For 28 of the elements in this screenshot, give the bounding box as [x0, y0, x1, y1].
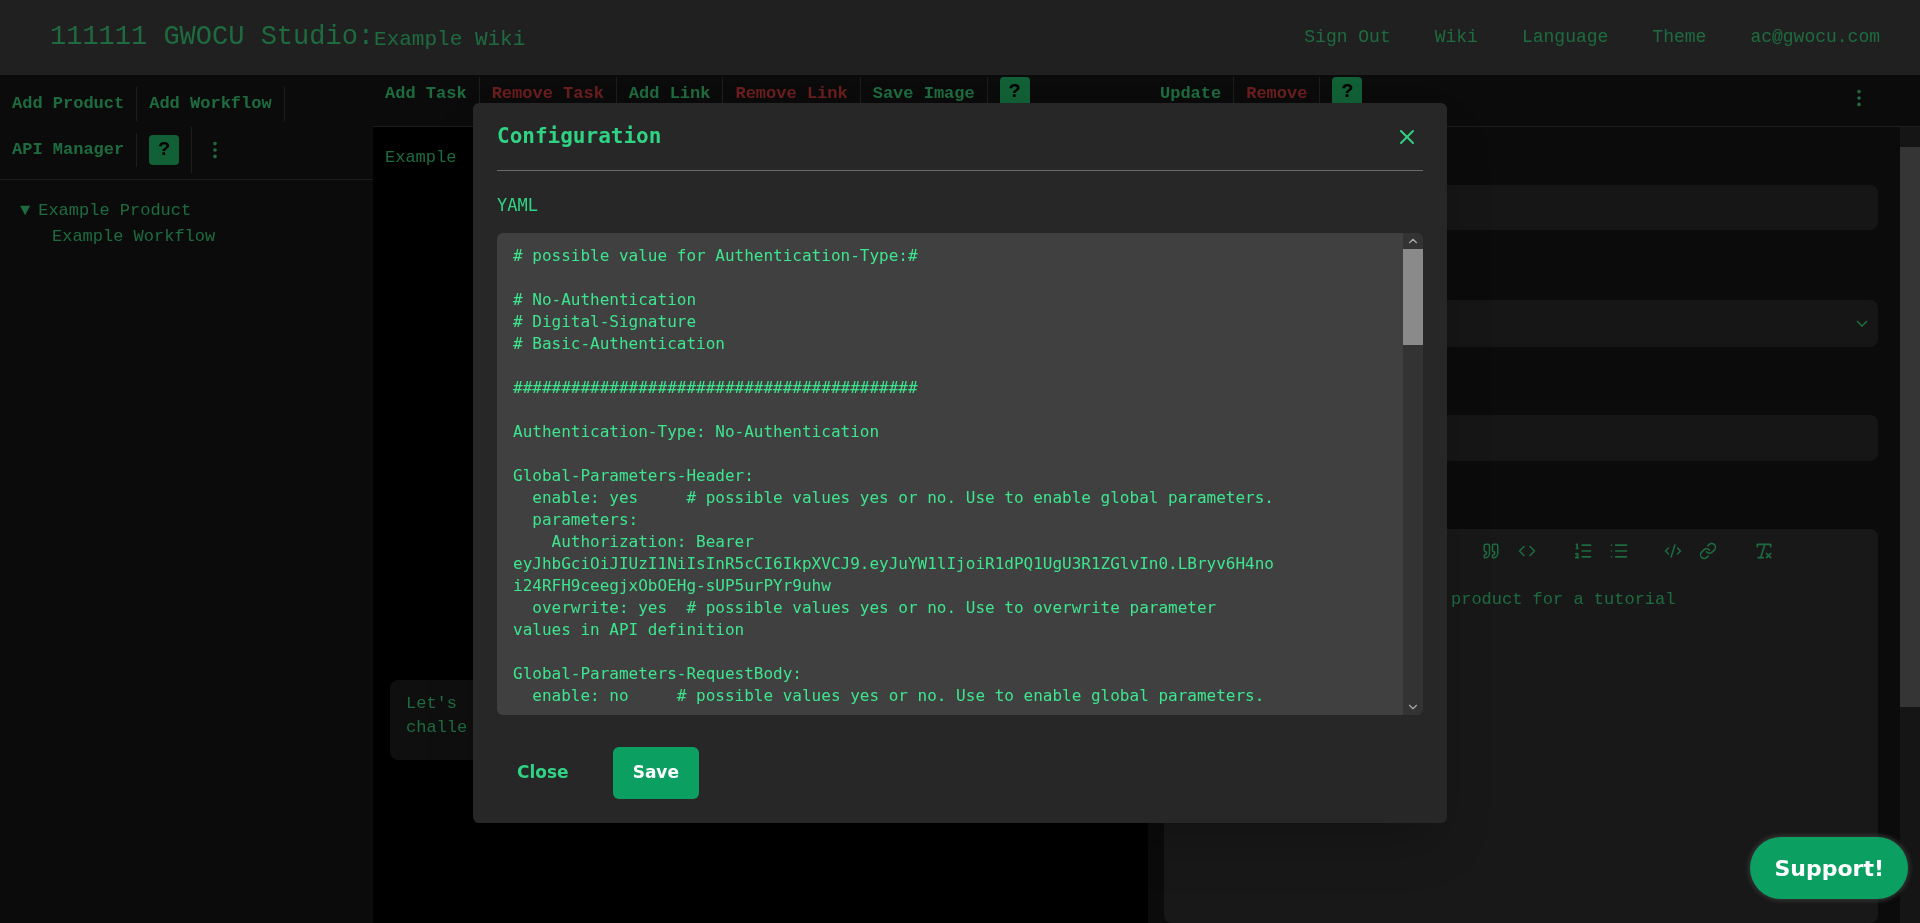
- toolbar-button[interactable]: Add Product: [0, 87, 138, 121]
- tree-item[interactable]: Example Workflow: [52, 223, 216, 249]
- scrollbar[interactable]: [1403, 232, 1423, 715]
- nav-link[interactable]: Wiki: [1434, 24, 1478, 51]
- toolbar-button[interactable]: Add Workflow: [137, 87, 285, 121]
- quote-icon[interactable]: [1482, 541, 1500, 560]
- nav-link[interactable]: ac@gwocu.com: [1750, 24, 1880, 51]
- nav-link[interactable]: Sign Out: [1304, 24, 1391, 51]
- nav-link[interactable]: Theme: [1652, 24, 1707, 51]
- dialog-title: Configuration: [497, 122, 662, 150]
- wiki-name: Example Wiki: [374, 26, 526, 53]
- tree-toggle[interactable]: ▼: [20, 198, 31, 224]
- app-title: 111111 GWOCU Studio:: [50, 21, 375, 55]
- save-button[interactable]: Save: [612, 746, 699, 799]
- field-label: YAML: [497, 194, 539, 217]
- chevron-icon: [1856, 319, 1868, 327]
- nav-link[interactable]: Language: [1521, 24, 1609, 51]
- scrollbar-thumb[interactable]: [1900, 147, 1920, 707]
- support-button[interactable]: Support!: [1750, 837, 1908, 899]
- code-icon[interactable]: [1664, 541, 1682, 560]
- canvas-heading: Example: [385, 148, 457, 167]
- code-field[interactable]: # possible value for Authentication-Type:# # No-Authentication # Digital-Signature # Basic-Authentication ########################################## Authentication-Type: No-Authentication Global-Parameters-Header: enable: yes # possible values yes or no. Use to enable global parameters. parameters: Authorization: Bearer eyJhbGciOiJIUzI1NiIsInR5cCI6IkpXVCJ9.eyJuYW1lIjoiR1dPQ1UgU3R1ZGlvIn0.LBryv6H4no i24RFH9ceegjxObOEHg-sUP5urPYr9uhw overwrite: yes # possible values yes or no. Use to overwrite parameter values in API definition Global-Parameters-RequestBody: enable: no # possible values yes or no. Use to enable global parameters.: [497, 232, 1423, 715]
- tree-item[interactable]: Example Product: [38, 198, 192, 224]
- toolbar-button[interactable]: API Manager: [0, 133, 138, 167]
- scrollbar-thumb[interactable]: [1403, 248, 1423, 345]
- link-icon[interactable]: [1699, 541, 1717, 560]
- help-button[interactable]: ?: [149, 135, 180, 165]
- scrollbar[interactable]: [1900, 127, 1920, 923]
